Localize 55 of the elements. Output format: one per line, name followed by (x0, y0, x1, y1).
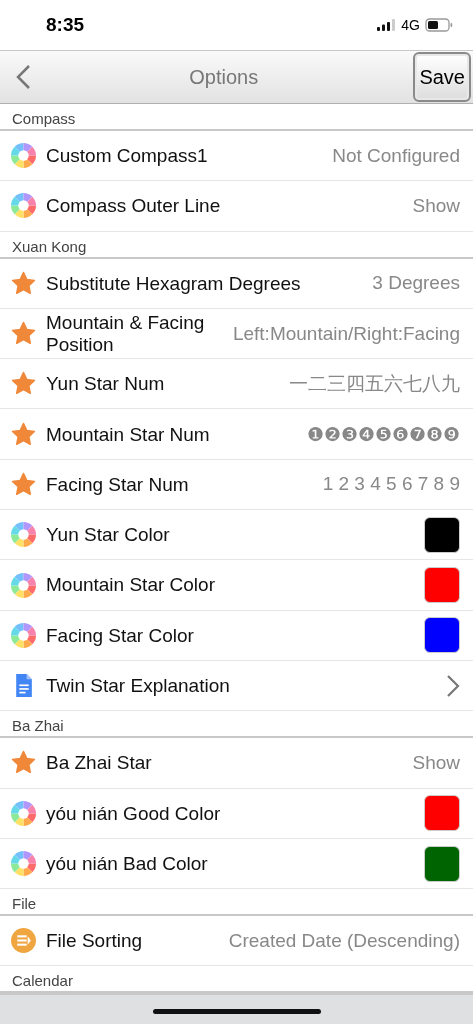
setting-value: Created Date (Descending) (228, 929, 460, 952)
color-swatch[interactable] (424, 516, 460, 553)
setting-label[interactable]: File Sorting (46, 930, 143, 952)
list-icon (11, 928, 36, 954)
setting-value: 一二三四五六七八九 (289, 371, 460, 396)
star-icon (11, 270, 36, 296)
setting-label[interactable]: Custom Compass1 (46, 145, 208, 167)
setting-value: 3 Degrees (372, 272, 460, 295)
setting-label[interactable]: Compass Outer Line (46, 195, 221, 217)
color-swatch[interactable] (424, 567, 460, 603)
color-wheel-icon (11, 522, 36, 548)
setting-label[interactable]: Facing Star Num (46, 473, 189, 496)
setting-value: Left:Mountain/Right:Facing (232, 322, 460, 345)
color-wheel-icon (11, 143, 36, 169)
setting-value: Show (412, 194, 460, 217)
setting-label[interactable]: Facing Star Color (46, 624, 194, 646)
network-label: 4G (401, 17, 420, 33)
status-time: 8:35 (46, 14, 86, 36)
color-swatch[interactable] (424, 845, 460, 882)
setting-label[interactable]: Twin Star Explanation (46, 675, 230, 697)
setting-label[interactable]: Mountain Star Num (46, 423, 210, 445)
section-header: Calendar (12, 973, 73, 989)
setting-label[interactable]: Yun Star Num (46, 373, 165, 395)
setting-label[interactable]: Yun Star Color (46, 524, 170, 546)
color-wheel-icon (11, 193, 36, 219)
section-header: Xuan Kong (12, 238, 87, 254)
section-header: Ba Zhai (12, 718, 64, 734)
color-wheel-icon (11, 572, 36, 598)
color-swatch[interactable] (424, 795, 460, 832)
color-wheel-icon (11, 622, 36, 648)
star-icon (11, 321, 36, 347)
color-wheel-icon (11, 851, 36, 876)
setting-label[interactable]: Ba Zhai Star (46, 752, 152, 774)
setting-label[interactable]: yóu nián Good Color (46, 802, 221, 824)
color-wheel-icon (11, 800, 36, 826)
setting-value: 1 2 3 4 5 6 7 8 9 (322, 473, 460, 496)
save-button[interactable]: Save (413, 52, 471, 102)
section-header: Compass (12, 111, 76, 126)
setting-label[interactable]: Mountain Star Color (46, 574, 215, 596)
star-icon (11, 471, 36, 497)
setting-value: Not Configured (332, 144, 460, 167)
setting-label[interactable]: Substitute Hexagram Degrees (46, 272, 301, 294)
screen-title: Options (188, 65, 260, 89)
color-swatch[interactable] (424, 617, 460, 654)
star-icon (11, 421, 36, 447)
setting-label[interactable]: Mountain & Facing Position (46, 312, 225, 355)
setting-value: Show (412, 751, 460, 774)
section-header: File (12, 896, 37, 912)
setting-value: ❶❷❸❹❺❻❼❽❾ (307, 422, 460, 446)
chevron-icon (446, 673, 460, 698)
signal-icon (377, 19, 396, 31)
setting-label[interactable]: yóu nián Bad Color (46, 852, 208, 875)
star-icon (11, 750, 36, 776)
star-icon (11, 371, 36, 397)
battery-icon (425, 18, 453, 32)
